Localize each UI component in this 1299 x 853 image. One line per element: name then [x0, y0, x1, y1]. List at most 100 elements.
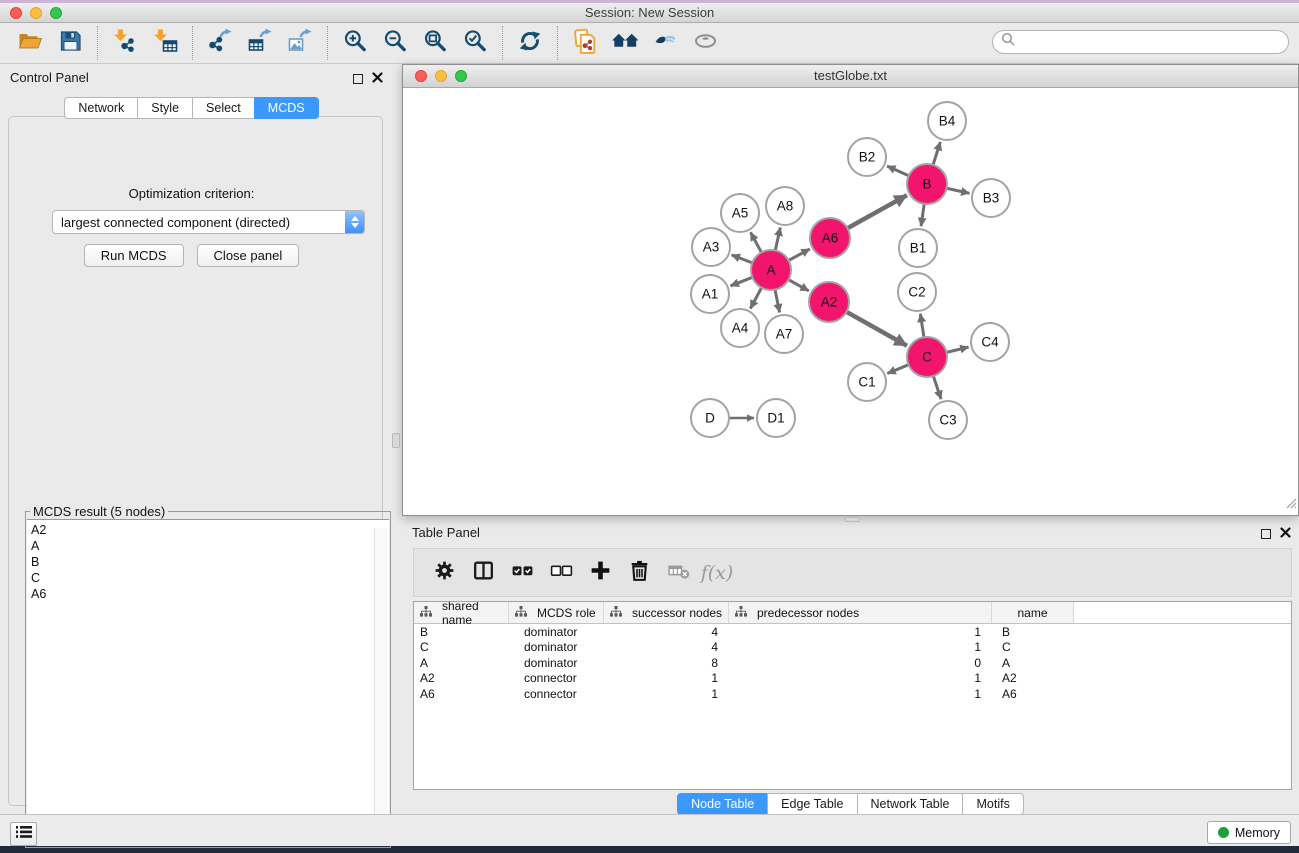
edge-B-B2[interactable]	[887, 166, 909, 176]
float-table-panel-icon[interactable]	[1261, 529, 1271, 539]
network-canvas[interactable]: B4 B2 B B3 A5A8A6 B1 A3 A A1 C2 A2 A4A7 C4 C C1 C3 D D1	[403, 88, 1298, 515]
close-panel-icon[interactable]	[372, 70, 383, 88]
edge-A2-C[interactable]	[846, 312, 907, 346]
table-row[interactable]: A2connector11A2	[414, 671, 1291, 687]
tab-edge-table[interactable]: Edge Table	[767, 793, 857, 815]
column-header-shared-name[interactable]: shared name	[414, 602, 509, 623]
node-A6[interactable]: A6	[810, 218, 850, 258]
edge-B-B4[interactable]	[933, 142, 940, 165]
tab-motifs[interactable]: Motifs	[962, 793, 1023, 815]
column-header-mcds-role[interactable]: MCDS role	[509, 602, 604, 623]
node-B2[interactable]: B2	[848, 138, 886, 176]
save-session-button[interactable]	[50, 26, 90, 60]
zoom-fit-button[interactable]	[415, 26, 455, 60]
tab-style[interactable]: Style	[137, 97, 193, 119]
node-A7[interactable]: A7	[765, 315, 803, 353]
node-A5[interactable]: A5	[721, 194, 759, 232]
run-mcds-button[interactable]: Run MCDS	[84, 244, 184, 267]
float-panel-icon[interactable]	[353, 74, 363, 84]
edge-A-A2[interactable]	[789, 280, 809, 291]
task-history-button[interactable]	[10, 822, 37, 846]
mcds-result-item[interactable]: C	[31, 570, 389, 586]
edge-C-C1[interactable]	[887, 365, 908, 374]
mcds-result-item[interactable]: A2	[31, 522, 389, 538]
edge-B-B3[interactable]	[947, 188, 970, 193]
node-C3[interactable]: C3	[929, 401, 967, 439]
show-all-button[interactable]	[685, 26, 725, 60]
network-window-titlebar[interactable]: testGlobe.txt	[403, 65, 1298, 88]
column-header-successor-nodes[interactable]: successor nodes	[604, 602, 729, 623]
table-row[interactable]: A6connector11A6	[414, 686, 1291, 702]
edge-C-C3[interactable]	[933, 376, 941, 399]
edge-A-A6[interactable]	[789, 249, 810, 260]
deselect-all-button[interactable]	[544, 556, 578, 590]
close-panel-button[interactable]: Close panel	[197, 244, 300, 267]
criterion-dropdown[interactable]: largest connected component (directed)	[52, 210, 365, 234]
tab-node-table[interactable]: Node Table	[677, 793, 768, 815]
import-table-button[interactable]	[145, 26, 185, 60]
node-A3[interactable]: A3	[692, 228, 730, 266]
node-A1[interactable]: A1	[691, 275, 729, 313]
tab-network-table[interactable]: Network Table	[857, 793, 964, 815]
function-builder-button[interactable]: f(x)	[700, 556, 734, 590]
edge-A-A4[interactable]	[750, 288, 761, 309]
tab-mcds[interactable]: MCDS	[254, 97, 319, 119]
mcds-result-item[interactable]: B	[31, 554, 389, 570]
delete-columns-button[interactable]	[622, 556, 656, 590]
search-input[interactable]	[1016, 32, 1288, 52]
node-C4[interactable]: C4	[971, 323, 1009, 361]
mcds-result-item[interactable]: A6	[31, 586, 389, 602]
tab-network[interactable]: Network	[64, 97, 138, 119]
edge-A-A3[interactable]	[732, 255, 753, 263]
result-scrollbar[interactable]	[374, 528, 387, 844]
first-neighbors-button[interactable]	[605, 26, 645, 60]
column-header-predecessor-nodes[interactable]: predecessor nodes	[729, 602, 992, 623]
edge-B-B1[interactable]	[921, 204, 924, 226]
zoom-out-button[interactable]	[375, 26, 415, 60]
split-view-button[interactable]	[466, 556, 500, 590]
hide-selected-button[interactable]	[645, 26, 685, 60]
edge-C-C2[interactable]	[920, 314, 924, 337]
import-network-button[interactable]	[105, 26, 145, 60]
node-A8[interactable]: A8	[766, 187, 804, 225]
refresh-button[interactable]	[510, 26, 550, 60]
node-D1[interactable]: D1	[757, 399, 795, 437]
table-row[interactable]: Cdominator41C	[414, 640, 1291, 656]
node-B[interactable]: B	[907, 164, 947, 204]
node-B1[interactable]: B1	[899, 229, 937, 267]
zoom-in-button[interactable]	[335, 26, 375, 60]
node-C1[interactable]: C1	[848, 363, 886, 401]
copy-network-button[interactable]	[565, 26, 605, 60]
select-all-button[interactable]	[505, 556, 539, 590]
export-image-button[interactable]	[280, 26, 320, 60]
node-B4[interactable]: B4	[928, 102, 966, 140]
table-settings-button[interactable]	[427, 556, 461, 590]
window-resize-grip[interactable]	[1283, 495, 1297, 514]
zoom-selected-button[interactable]	[455, 26, 495, 60]
edge-A-A7[interactable]	[775, 290, 780, 313]
node-D[interactable]: D	[691, 399, 729, 437]
export-network-button[interactable]	[200, 26, 240, 60]
export-table-button[interactable]	[240, 26, 280, 60]
edge-A-A8[interactable]	[775, 227, 780, 250]
tab-select[interactable]: Select	[192, 97, 255, 119]
delete-table-button[interactable]	[661, 556, 695, 590]
edge-A-A1[interactable]	[730, 277, 752, 286]
node-C2[interactable]: C2	[898, 273, 936, 311]
memory-button[interactable]: Memory	[1207, 821, 1291, 844]
add-column-button[interactable]	[583, 556, 617, 590]
node-C[interactable]: C	[907, 337, 947, 377]
node-A4[interactable]: A4	[721, 309, 759, 347]
search-field[interactable]	[992, 30, 1289, 54]
column-header-name[interactable]: name	[992, 602, 1074, 623]
close-table-panel-icon[interactable]	[1280, 525, 1291, 543]
node-A[interactable]: A	[751, 250, 791, 290]
table-row[interactable]: Adominator80A	[414, 655, 1291, 671]
vertical-splitter-handle[interactable]	[392, 433, 400, 448]
mcds-result-item[interactable]: A	[31, 538, 389, 554]
edge-A6-B[interactable]	[847, 195, 906, 228]
edge-C-C4[interactable]	[946, 347, 968, 352]
table-row[interactable]: Bdominator41B	[414, 624, 1291, 640]
node-B3[interactable]: B3	[972, 179, 1010, 217]
node-A2[interactable]: A2	[809, 282, 849, 322]
